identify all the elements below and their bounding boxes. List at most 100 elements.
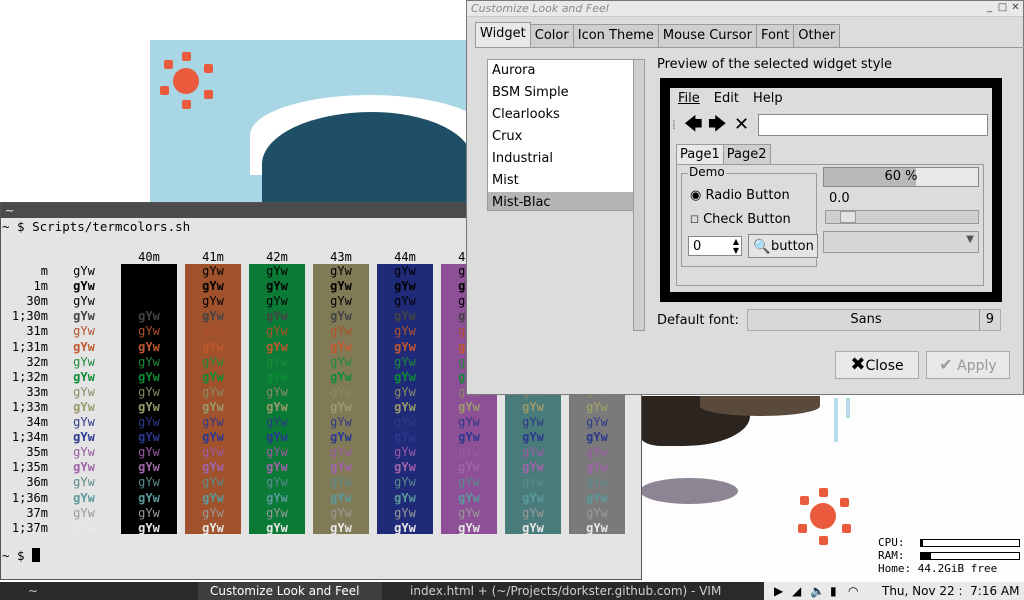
scale-value: 0.0 bbox=[829, 191, 850, 206]
row-label: 1;31m bbox=[11, 339, 48, 354]
clock[interactable]: Thu, Nov 22 : 7:16 AM bbox=[882, 582, 1019, 600]
color-sample: gYw bbox=[202, 279, 224, 294]
wifi-icon[interactable]: ◠ bbox=[848, 582, 858, 600]
color-sample: gYw bbox=[202, 294, 224, 309]
color-sample: gYw bbox=[202, 415, 224, 429]
spin-arrows-icon[interactable]: ▲ ▼ bbox=[733, 237, 739, 255]
color-sample: gYw bbox=[266, 475, 288, 490]
scale-knob[interactable] bbox=[840, 211, 856, 223]
color-sample: gYw bbox=[202, 460, 224, 475]
forward-arrow-icon[interactable]: 🡆 bbox=[708, 115, 727, 135]
tab-page1[interactable]: Page1 bbox=[676, 144, 724, 165]
row-label: 33m bbox=[26, 384, 48, 399]
tab-color[interactable]: Color bbox=[529, 24, 574, 47]
task-customize-look[interactable]: Customize Look and Feel bbox=[198, 582, 382, 600]
theme-item-mist-black[interactable]: Mist-Blac bbox=[488, 192, 633, 210]
color-sample: gYw bbox=[330, 460, 352, 475]
battery-icon[interactable]: ▮ bbox=[830, 582, 837, 600]
color-sample: gYw bbox=[73, 324, 95, 339]
color-sample: gYw bbox=[266, 415, 288, 429]
color-sample: gYw bbox=[138, 505, 160, 520]
menu-help[interactable]: Help bbox=[753, 88, 783, 110]
color-sample: gYw bbox=[138, 339, 160, 354]
demo-button-label: button bbox=[771, 239, 814, 254]
theme-item-crux[interactable]: Crux bbox=[488, 126, 633, 148]
demo-frame-label: Demo bbox=[688, 165, 726, 179]
volume-icon[interactable]: 🔈 bbox=[810, 582, 825, 600]
maximize-button[interactable]: □ bbox=[997, 2, 1008, 13]
tab-other[interactable]: Other bbox=[793, 24, 841, 47]
color-sample: gYw bbox=[522, 520, 544, 535]
color-sample: gYw bbox=[138, 354, 160, 369]
color-sample: gYw bbox=[73, 505, 95, 520]
color-sample: gYw bbox=[266, 309, 288, 324]
sun-ray bbox=[204, 64, 213, 73]
system-monitor: CPU: RAM: Home: 44.2GiB free bbox=[878, 536, 1020, 575]
stop-icon[interactable]: ✕ bbox=[734, 115, 749, 135]
tab-page2[interactable]: Page2 bbox=[722, 144, 771, 165]
color-sample: gYw bbox=[394, 369, 416, 384]
appearance-dialog[interactable]: Customize Look and Feel _ □ ✕ Widget Col… bbox=[466, 0, 1024, 395]
color-sample: gYw bbox=[330, 399, 352, 414]
color-sample: gYw bbox=[266, 339, 288, 354]
chevron-down-icon: ▼ bbox=[966, 234, 974, 245]
combo-box[interactable]: ▼ bbox=[823, 231, 979, 253]
theme-list[interactable]: Aurora BSM Simple Clearlooks Crux Indust… bbox=[487, 59, 634, 211]
apply-button[interactable]: ✔ Apply bbox=[926, 351, 1010, 379]
rss-icon[interactable]: ◢ bbox=[792, 582, 801, 600]
dialog-titlebar[interactable]: Customize Look and Feel _ □ ✕ bbox=[467, 1, 1023, 17]
color-sample: gYw bbox=[73, 294, 95, 309]
wallpaper-drip bbox=[834, 398, 838, 442]
task-terminal[interactable]: ~ bbox=[0, 582, 196, 600]
toolbar-handle-icon[interactable]: ⁞ bbox=[672, 115, 676, 135]
scale-slider[interactable] bbox=[825, 210, 979, 224]
cpu-bar bbox=[920, 539, 1020, 547]
theme-item-mist[interactable]: Mist bbox=[488, 170, 633, 192]
theme-item-aurora[interactable]: Aurora bbox=[488, 60, 633, 82]
terminal-prompt[interactable]: ~ $ bbox=[2, 548, 41, 563]
tab-widget[interactable]: Widget bbox=[475, 22, 531, 48]
minimize-button[interactable]: _ bbox=[984, 2, 995, 13]
color-sample: gYw bbox=[394, 460, 416, 475]
row-label: 1;33m bbox=[11, 399, 48, 414]
radio-button[interactable]: ◉ Radio Button bbox=[690, 188, 790, 203]
theme-item-clearlooks[interactable]: Clearlooks bbox=[488, 104, 633, 126]
tab-font[interactable]: Font bbox=[755, 24, 795, 47]
menu-edit[interactable]: Edit bbox=[714, 88, 739, 110]
wallpaper-sun-icon bbox=[173, 68, 199, 94]
spin-value: 0 bbox=[693, 239, 702, 254]
color-sample: gYw bbox=[330, 369, 352, 384]
font-chooser-button[interactable]: Sans 9 bbox=[747, 309, 1001, 331]
tab-mouse-cursor[interactable]: Mouse Cursor bbox=[657, 24, 757, 47]
theme-item-industrial[interactable]: Industrial bbox=[488, 148, 633, 170]
color-sample: gYw bbox=[586, 415, 608, 429]
theme-item-bsm-simple[interactable]: BSM Simple bbox=[488, 82, 633, 104]
tab-icon-theme[interactable]: Icon Theme bbox=[572, 24, 659, 47]
theme-list-scrollbar[interactable] bbox=[633, 59, 645, 331]
color-sample: gYw bbox=[394, 520, 416, 535]
back-arrow-icon[interactable]: 🡄 bbox=[684, 115, 703, 135]
close-button[interactable]: ✕ bbox=[1010, 2, 1021, 13]
color-sample: gYw bbox=[138, 294, 160, 309]
close-dialog-button[interactable]: ✖Close bbox=[835, 351, 919, 379]
wallpaper-drip bbox=[846, 398, 850, 418]
play-icon[interactable]: ▶ bbox=[774, 582, 783, 600]
color-sample: gYw bbox=[266, 460, 288, 475]
task-vim[interactable]: index.html + (~/Projects/dorkster.github… bbox=[400, 582, 760, 600]
bg-column-header: 42m bbox=[266, 250, 288, 264]
menu-file[interactable]: File bbox=[678, 88, 700, 110]
wallpaper-creature-wing bbox=[700, 396, 820, 416]
wallpaper-shadow bbox=[640, 478, 738, 504]
check-button[interactable]: ☐ Check Button bbox=[690, 212, 791, 227]
color-sample: gYw bbox=[202, 430, 224, 445]
color-sample: gYw bbox=[266, 490, 288, 505]
preview-notebook-tabs: Page1 Page2 bbox=[676, 144, 771, 165]
row-label: 34m bbox=[26, 415, 48, 429]
search-icon: 🔍 bbox=[753, 239, 771, 255]
color-sample: gYw bbox=[522, 490, 544, 505]
color-sample: gYw bbox=[73, 415, 95, 429]
color-sample: gYw bbox=[586, 460, 608, 475]
spin-button[interactable]: 0 ▲ ▼ bbox=[688, 236, 742, 256]
demo-button[interactable]: 🔍 button bbox=[748, 234, 818, 258]
toolbar-entry[interactable] bbox=[758, 114, 988, 136]
